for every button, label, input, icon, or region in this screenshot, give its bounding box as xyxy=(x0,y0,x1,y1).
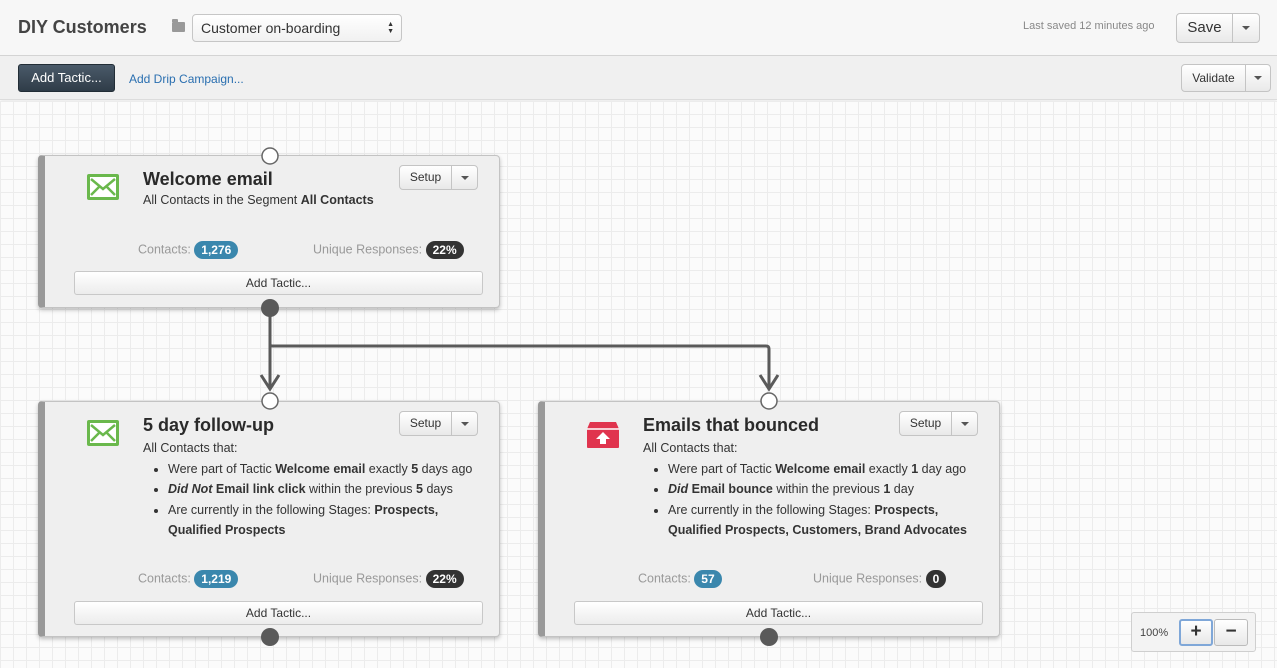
validate-button[interactable]: Validate xyxy=(1182,65,1246,91)
program-select-value: Customer on-boarding xyxy=(201,20,341,36)
save-button[interactable]: Save xyxy=(1177,14,1233,42)
port-layer xyxy=(261,147,778,646)
add-tactic-button[interactable]: Add Tactic... xyxy=(18,64,115,92)
chevron-down-icon xyxy=(1254,76,1262,80)
select-arrows-icon: ▲ ▼ xyxy=(387,21,394,35)
zoom-level: 100% xyxy=(1140,627,1169,639)
zoom-out-button[interactable]: − xyxy=(1214,619,1248,646)
input-port[interactable] xyxy=(261,392,279,410)
save-dropdown-toggle[interactable] xyxy=(1233,14,1259,42)
output-port[interactable] xyxy=(261,299,279,317)
input-port[interactable] xyxy=(760,392,778,410)
add-drip-campaign-link[interactable]: Add Drip Campaign... xyxy=(129,72,244,86)
input-port[interactable] xyxy=(261,147,279,165)
output-port[interactable] xyxy=(760,628,778,646)
save-button-group: Save xyxy=(1176,13,1260,43)
program-select[interactable]: Customer on-boarding ▲ ▼ xyxy=(192,14,402,42)
workflow-canvas[interactable]: Welcome email All Contacts in the Segmen… xyxy=(0,101,1277,668)
zoom-controls: 100% + − xyxy=(1131,612,1256,652)
folder-icon xyxy=(172,19,185,32)
validate-button-group: Validate xyxy=(1181,64,1271,92)
output-port[interactable] xyxy=(261,628,279,646)
app-header: DIY Customers Customer on-boarding ▲ ▼ La… xyxy=(0,0,1277,56)
app-title: DIY Customers xyxy=(18,17,147,37)
chevron-down-icon xyxy=(1242,26,1250,30)
last-saved-status: Last saved 12 minutes ago xyxy=(1023,20,1155,32)
toolbar: Add Tactic... Add Drip Campaign... Valid… xyxy=(0,56,1277,100)
validate-dropdown-toggle[interactable] xyxy=(1246,65,1270,91)
zoom-in-button[interactable]: + xyxy=(1179,619,1213,646)
